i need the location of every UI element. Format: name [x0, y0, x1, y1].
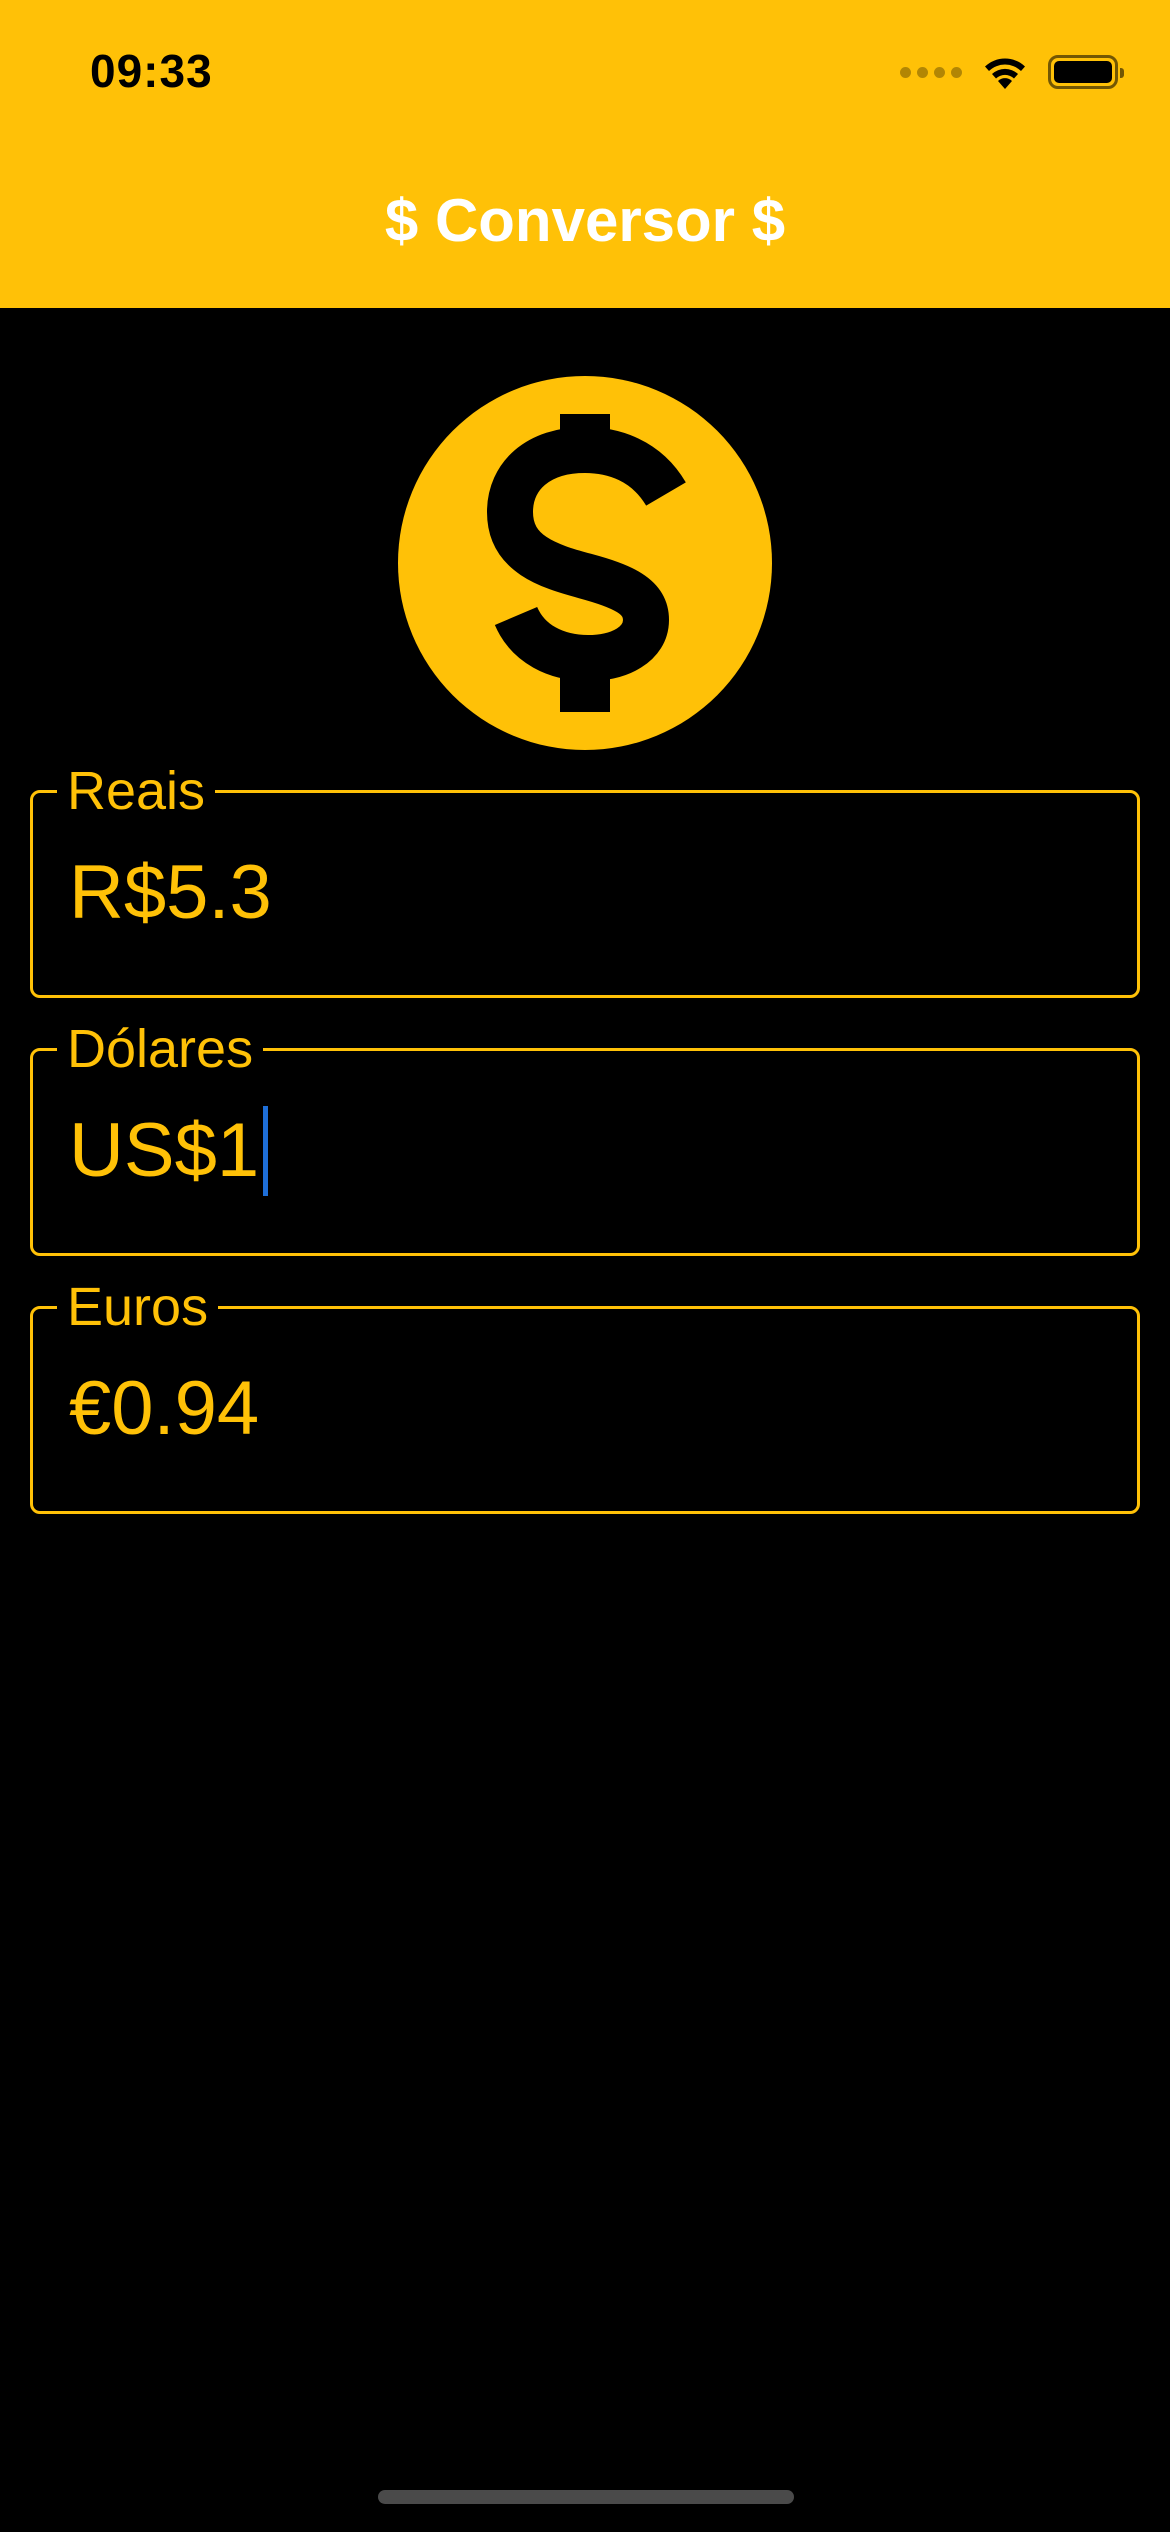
- dollar-coin-icon: [398, 376, 772, 750]
- euros-value: €0.94: [69, 1366, 260, 1451]
- dolares-input[interactable]: US$1: [69, 1106, 269, 1196]
- dolares-field[interactable]: Dólares US$1: [30, 1017, 1140, 1256]
- battery-icon: [1048, 55, 1124, 89]
- text-cursor: [263, 1106, 269, 1196]
- euros-input[interactable]: €0.94: [69, 1364, 259, 1454]
- status-time: 09:33: [90, 45, 213, 97]
- wifi-icon: [985, 58, 1025, 89]
- home-indicator[interactable]: [378, 2490, 794, 2504]
- cellular-dots-icon: [900, 66, 962, 78]
- dolares-label: Dólares: [57, 1017, 264, 1081]
- reais-label: Reais: [57, 759, 216, 823]
- status-icons: [900, 52, 1124, 92]
- reais-field[interactable]: Reais R$5.3: [30, 759, 1140, 998]
- app-header: 09:33 $ Conversor $: [0, 0, 1170, 308]
- dolares-value: US$1: [69, 1108, 260, 1193]
- euros-label: Euros: [57, 1275, 219, 1339]
- page-title: $ Conversor $: [384, 187, 786, 254]
- euros-field[interactable]: Euros €0.94: [30, 1275, 1140, 1514]
- reais-value: R$5.3: [69, 850, 272, 935]
- reais-input[interactable]: R$5.3: [69, 848, 272, 938]
